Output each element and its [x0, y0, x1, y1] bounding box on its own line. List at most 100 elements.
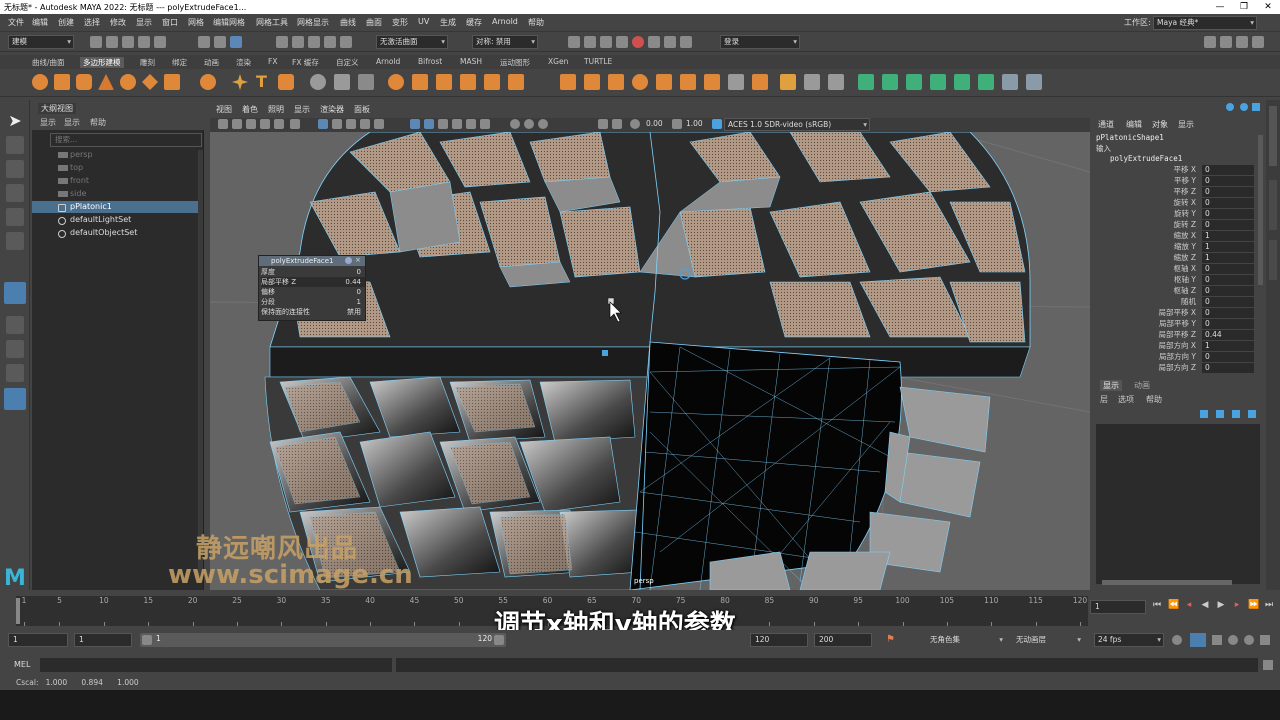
attribute-editor-icon[interactable]: [1220, 36, 1232, 48]
shelf-tab-animation[interactable]: 动画: [204, 57, 219, 68]
hud-row-value[interactable]: 0: [357, 267, 361, 277]
command-input[interactable]: [40, 658, 392, 672]
snap-point-icon[interactable]: [308, 36, 320, 48]
poly-plane-icon[interactable]: [142, 74, 158, 90]
channel-value[interactable]: 0: [1202, 187, 1254, 197]
channelbox-menu-show[interactable]: 显示: [1178, 119, 1194, 130]
snap-view-icon[interactable]: [324, 36, 336, 48]
layer-tab-anim[interactable]: 动画: [1134, 380, 1150, 391]
channel-row[interactable]: 局部方向 Y 0: [1092, 352, 1262, 362]
poly-cylinder-icon[interactable]: [76, 74, 92, 90]
minimize-button[interactable]: —: [1208, 0, 1232, 14]
channel-value[interactable]: 0: [1202, 176, 1254, 186]
vp-menu-view[interactable]: 视图: [216, 104, 232, 115]
channelbox-pin-icon[interactable]: [1226, 103, 1234, 111]
layer-move-down-icon[interactable]: [1216, 410, 1224, 418]
poly-disc-icon[interactable]: [164, 74, 180, 90]
play-forward-icon[interactable]: ▶: [1216, 600, 1226, 610]
tool-settings-icon[interactable]: [1236, 36, 1248, 48]
channelbox-help-icon[interactable]: [1240, 103, 1248, 111]
channel-row[interactable]: 缩放 Z 1: [1092, 253, 1262, 263]
current-frame-field[interactable]: 1: [1090, 600, 1146, 614]
close-button[interactable]: ✕: [1256, 0, 1280, 14]
uv-cut-icon[interactable]: [1002, 74, 1018, 90]
combine-icon[interactable]: [388, 74, 404, 90]
animation-end-field[interactable]: 200: [814, 633, 872, 647]
vp-menu-shading[interactable]: 着色: [242, 104, 258, 115]
channel-row[interactable]: 局部平移 Y 0: [1092, 319, 1262, 329]
range-handle-right[interactable]: [494, 635, 504, 645]
channel-value[interactable]: 1: [1202, 231, 1254, 241]
channel-row[interactable]: 平移 X 0: [1092, 165, 1262, 175]
append-icon[interactable]: [632, 74, 648, 90]
wireframe-icon[interactable]: [318, 119, 328, 129]
channel-row[interactable]: 枢轴 Y 0: [1092, 275, 1262, 285]
menu-mesh[interactable]: 网格: [188, 17, 204, 28]
step-forward-frame-icon[interactable]: ▸: [1232, 600, 1242, 610]
save-scene-icon[interactable]: [122, 36, 134, 48]
channel-row[interactable]: 旋转 X 0: [1092, 198, 1262, 208]
outliner-item-front[interactable]: front: [70, 176, 89, 185]
hud-icon[interactable]: [524, 119, 534, 129]
select-tool-icon[interactable]: ➤: [6, 112, 24, 130]
hud-row-value[interactable]: 0: [357, 287, 361, 297]
render-view-icon[interactable]: [568, 36, 580, 48]
outliner-item-pplatonic1[interactable]: pPlatonic1: [70, 202, 112, 211]
multi-cut-icon[interactable]: [680, 74, 696, 90]
channel-row[interactable]: 枢轴 X 0: [1092, 264, 1262, 274]
hud-row-value[interactable]: 1: [357, 297, 361, 307]
render-icon[interactable]: [584, 36, 596, 48]
shadows-icon[interactable]: [374, 119, 384, 129]
outliner-menu-help[interactable]: 帮助: [90, 117, 106, 128]
menu-select[interactable]: 选择: [84, 17, 100, 28]
vp-menu-renderer[interactable]: 渲染器: [320, 104, 344, 115]
rotate-tool-icon[interactable]: [6, 208, 24, 226]
uv-spherical-icon[interactable]: [906, 74, 922, 90]
channel-value[interactable]: 1: [1202, 242, 1254, 252]
edge-loop-icon[interactable]: [780, 74, 796, 90]
channel-value[interactable]: 0: [1202, 198, 1254, 208]
menu-modify[interactable]: 修改: [110, 17, 126, 28]
channel-row[interactable]: 旋转 Y 0: [1092, 209, 1262, 219]
loop-icon[interactable]: [1172, 635, 1182, 645]
dof-icon[interactable]: [480, 119, 490, 129]
channel-row[interactable]: 局部方向 Z 0: [1092, 363, 1262, 373]
textured-icon[interactable]: [346, 119, 356, 129]
poly-cone-icon[interactable]: [98, 74, 114, 90]
menu-curves[interactable]: 曲线: [340, 17, 356, 28]
ao-icon[interactable]: [452, 119, 462, 129]
channel-value[interactable]: 0: [1202, 297, 1254, 307]
menu-mesh-tools[interactable]: 网格工具: [256, 17, 288, 28]
menu-surfaces[interactable]: 曲面: [366, 17, 382, 28]
new-layer-selected-icon[interactable]: [1248, 410, 1256, 418]
uv-cylindrical-icon[interactable]: [882, 74, 898, 90]
restore-button[interactable]: ❐: [1232, 0, 1256, 14]
outliner-item-default-light-set[interactable]: defaultLightSet: [70, 215, 131, 224]
hud-row-value[interactable]: 0.44: [345, 277, 361, 287]
shelf-tab-custom[interactable]: 自定义: [336, 57, 359, 68]
shelf-tab-rendering[interactable]: 渲染: [236, 57, 251, 68]
channel-row[interactable]: 局部平移 Z 0.44: [1092, 330, 1262, 340]
channel-row[interactable]: 局部方向 X 1: [1092, 341, 1262, 351]
aa-icon[interactable]: [466, 119, 476, 129]
lights-icon[interactable]: [360, 119, 370, 129]
hypershade-icon[interactable]: [632, 36, 644, 48]
select-object-icon[interactable]: [214, 36, 226, 48]
layer-tab-display[interactable]: 显示: [1100, 380, 1122, 391]
menu-deform[interactable]: 变形: [392, 17, 408, 28]
channel-row[interactable]: 缩放 X 1: [1092, 231, 1262, 241]
shelf-tab-arnold[interactable]: Arnold: [376, 57, 400, 66]
hud-row-offset[interactable]: 偏移 0: [261, 287, 365, 297]
hud-row-value[interactable]: 禁用: [347, 307, 361, 317]
open-scene-icon[interactable]: [106, 36, 118, 48]
layer-move-up-icon[interactable]: [1200, 410, 1208, 418]
menu-arnold[interactable]: Arnold: [492, 17, 518, 26]
menu-create[interactable]: 创建: [58, 17, 74, 28]
new-layer-icon[interactable]: [1232, 410, 1240, 418]
auto-key-icon[interactable]: [1190, 633, 1206, 647]
paint-select-icon[interactable]: [6, 160, 24, 178]
channel-row[interactable]: 随机 0: [1092, 297, 1262, 307]
uv-planar-icon[interactable]: [858, 74, 874, 90]
exposure-value[interactable]: 0.00: [646, 119, 663, 128]
platonic-solid-icon[interactable]: [200, 74, 216, 90]
